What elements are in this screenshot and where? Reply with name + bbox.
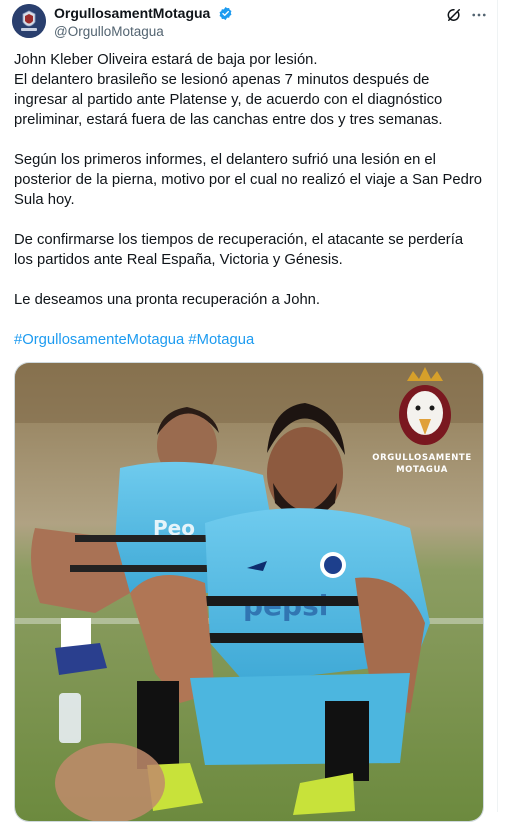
paragraph-3: De confirmarse los tiempos de recuperaci… — [14, 232, 464, 268]
avatar[interactable] — [12, 4, 46, 38]
tweet-header: OrgullosamentMotagua @OrgulloMotagua — [0, 0, 497, 44]
brand-watermark: MOTAGUA — [396, 465, 448, 475]
hashtag-link[interactable]: #OrgullosamenteMotagua — [14, 332, 184, 348]
display-name[interactable]: OrgullosamentMotagua — [54, 5, 210, 22]
tweet-text: John Kleber Oliveira estará de baja por … — [14, 50, 484, 350]
paragraph-2: Según los primeros informes, el delanter… — [14, 152, 483, 208]
paragraph-1-text: John Kleber Oliveira estará de baja por … — [14, 52, 443, 128]
verified-badge-icon — [218, 6, 233, 21]
handle[interactable]: @OrgulloMotagua — [54, 23, 233, 40]
tweet-photo[interactable]: Peo pepsi ORGULLOSAMENTE MOTAGUA — [14, 362, 484, 822]
photo-illustration: Peo pepsi — [15, 363, 483, 821]
author-block: OrgullosamentMotagua @OrgulloMotagua — [54, 5, 233, 40]
paragraph-4: Le deseamos una pronta recuperación a Jo… — [14, 292, 321, 308]
paragraph-1: John Kleber Oliveira estará de baja por … — [14, 50, 484, 130]
hashtag-link[interactable]: #Motagua — [188, 332, 254, 348]
column-divider — [497, 0, 498, 812]
brand-watermark: ORGULLOSAMENTE — [372, 453, 472, 463]
grok-icon[interactable] — [445, 6, 463, 24]
hashtags: #OrgullosamenteMotagua #Motagua — [14, 330, 484, 350]
more-options-icon[interactable] — [470, 6, 488, 24]
